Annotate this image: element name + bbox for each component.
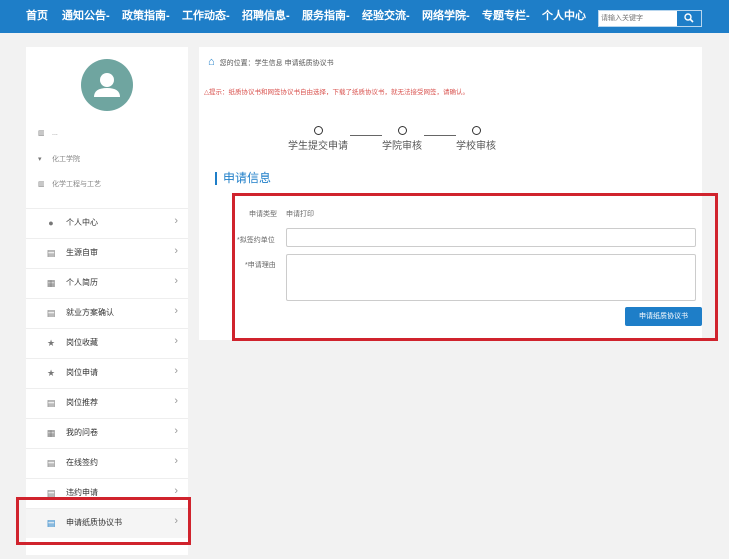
- sidebar-item-paper-agreement[interactable]: ▤ 申请纸质协议书 ›: [26, 508, 188, 538]
- card-icon: ▤: [46, 308, 56, 318]
- nav-item-academy[interactable]: 网络学院-: [422, 0, 470, 33]
- document-icon: ▦: [46, 428, 56, 438]
- chevron-right-icon: ›: [174, 275, 178, 287]
- step-circle-icon: [471, 126, 481, 135]
- nav-item-experience[interactable]: 经验交流-: [362, 0, 410, 33]
- sidebar-item-label: 违约申请: [66, 488, 98, 497]
- breadcrumb-text: 您的位置：学生信息 申请纸质协议书: [219, 60, 334, 67]
- sidebar-item-label: 我的问卷: [66, 428, 98, 437]
- chevron-right-icon: ›: [174, 305, 178, 317]
- sidebar-item-personal-center[interactable]: ● 个人中心 ›: [26, 208, 188, 238]
- nav-item-notices[interactable]: 通知公告-: [62, 0, 110, 33]
- star-icon: ★: [46, 338, 56, 348]
- chevron-right-icon: ›: [174, 245, 178, 257]
- sidebar-item-label: 个人中心: [66, 218, 98, 227]
- major-name: 化学工程与工艺: [52, 181, 101, 188]
- sidebar-item-my-questionnaires[interactable]: ▦ 我的问卷 ›: [26, 418, 188, 448]
- sidebar-item-job-recommendations[interactable]: ▤ 岗位推荐 ›: [26, 388, 188, 418]
- nav-item-policy[interactable]: 政策指南-: [122, 0, 170, 33]
- sidebar-item-online-signing[interactable]: ▤ 在线签约 ›: [26, 448, 188, 478]
- top-nav: 首页 通知公告- 政策指南- 工作动态- 招聘信息- 服务指南- 经验交流- 网…: [0, 0, 729, 33]
- sidebar-item-label: 就业方案确认: [66, 308, 114, 317]
- graduation-cap-icon: ▾: [38, 156, 42, 163]
- sidebar-item-saved-jobs[interactable]: ★ 岗位收藏 ›: [26, 328, 188, 358]
- institution-icon: ▥: [38, 181, 45, 188]
- avatar: [81, 59, 133, 111]
- step-label: 学校审核: [456, 141, 496, 152]
- chevron-right-icon: ›: [174, 455, 178, 467]
- search-box: [598, 10, 702, 27]
- chevron-right-icon: ›: [174, 335, 178, 347]
- step-label: 学生提交申请: [288, 141, 348, 152]
- card-icon: ▤: [46, 398, 56, 408]
- unit-input[interactable]: [286, 228, 696, 247]
- user-icon: ●: [48, 218, 54, 228]
- sidebar-item-source-review[interactable]: ▤ 生源自审 ›: [26, 238, 188, 268]
- sidebar-item-breach-application[interactable]: ▤ 违约申请 ›: [26, 478, 188, 508]
- step-connector: [424, 135, 456, 136]
- type-label: 申请类型: [249, 211, 277, 218]
- step-label: 学院审核: [382, 141, 422, 152]
- sidebar-item-job-applications[interactable]: ★ 岗位申请 ›: [26, 358, 188, 388]
- nav-item-jobs[interactable]: 招聘信息-: [242, 0, 290, 33]
- search-input[interactable]: [601, 12, 675, 25]
- major-row: ▥ 化学工程与工艺: [38, 179, 101, 189]
- search-icon: [684, 13, 694, 23]
- search-button[interactable]: [677, 11, 701, 26]
- unit-label: *拟签约单位: [237, 237, 275, 244]
- step-circle-icon: [313, 126, 323, 135]
- nav-item-personal-center[interactable]: 个人中心: [542, 0, 586, 33]
- sidebar-item-label: 个人简历: [66, 278, 98, 287]
- step-college-review: 学院审核: [382, 126, 422, 152]
- sidebar-item-label: 生源自审: [66, 248, 98, 257]
- nav-item-home[interactable]: 首页: [26, 0, 48, 33]
- notice-text: △提示：纸质协议书和网签协议书自由选择，下载了纸质协议书，就无法接受网签，请确认…: [204, 89, 469, 96]
- card-icon: ▤: [46, 488, 56, 498]
- sidebar-item-resume[interactable]: ▦ 个人简历 ›: [26, 268, 188, 298]
- chevron-right-icon: ›: [174, 365, 178, 377]
- apply-paper-agreement-button[interactable]: 申请纸质协议书: [625, 307, 702, 326]
- sidebar-item-label: 岗位申请: [66, 368, 98, 377]
- home-icon[interactable]: ⌂: [208, 56, 215, 68]
- nav-item-services[interactable]: 服务指南-: [302, 0, 350, 33]
- breadcrumb: ⌂ 您的位置：学生信息 申请纸质协议书: [208, 56, 334, 68]
- chevron-right-icon: ›: [174, 485, 178, 497]
- step-school-review: 学校审核: [456, 126, 496, 152]
- type-value: 申请打印: [286, 211, 314, 218]
- step-connector: [350, 135, 382, 136]
- sidebar-item-label: 申请纸质协议书: [66, 518, 122, 527]
- section-title: 申请信息: [215, 172, 271, 185]
- main-panel: ⌂ 您的位置：学生信息 申请纸质协议书 △提示：纸质协议书和网签协议书自由选择，下…: [199, 47, 702, 340]
- document-icon: ▦: [46, 278, 56, 288]
- card-icon: ▤: [46, 518, 56, 528]
- sidebar-item-label: 在线签约: [66, 458, 98, 467]
- user-avatar-icon: [94, 73, 120, 97]
- reason-label: *申请理由: [245, 262, 276, 269]
- card-icon: ▤: [46, 248, 56, 258]
- chevron-right-icon: ›: [174, 215, 178, 227]
- sidebar-item-employment-plan[interactable]: ▤ 就业方案确认 ›: [26, 298, 188, 328]
- building-icon: ▥: [38, 130, 45, 137]
- sidebar-item-label: 岗位收藏: [66, 338, 98, 347]
- college-row: ▾ 化工学院: [38, 154, 80, 164]
- reason-textarea[interactable]: [286, 254, 696, 301]
- card-icon: ▤: [46, 458, 56, 468]
- nav-item-topics[interactable]: 专题专栏-: [482, 0, 530, 33]
- step-submit: 学生提交申请: [288, 126, 348, 152]
- sidebar: ▥... ▾ 化工学院 ▥ 化学工程与工艺 ● 个人中心 › ▤ 生源自审 › ▦ …: [26, 47, 188, 555]
- nav-item-news[interactable]: 工作动态-: [182, 0, 230, 33]
- user-name: ...: [52, 130, 58, 137]
- step-circle-icon: [397, 126, 407, 135]
- star-icon: ★: [46, 368, 56, 378]
- chevron-right-icon: ›: [174, 425, 178, 437]
- chevron-right-icon: ›: [174, 515, 178, 527]
- chevron-right-icon: ›: [174, 395, 178, 407]
- college-name: 化工学院: [52, 156, 80, 163]
- sidebar-item-label: 岗位推荐: [66, 398, 98, 407]
- user-name-row: ▥...: [38, 129, 58, 137]
